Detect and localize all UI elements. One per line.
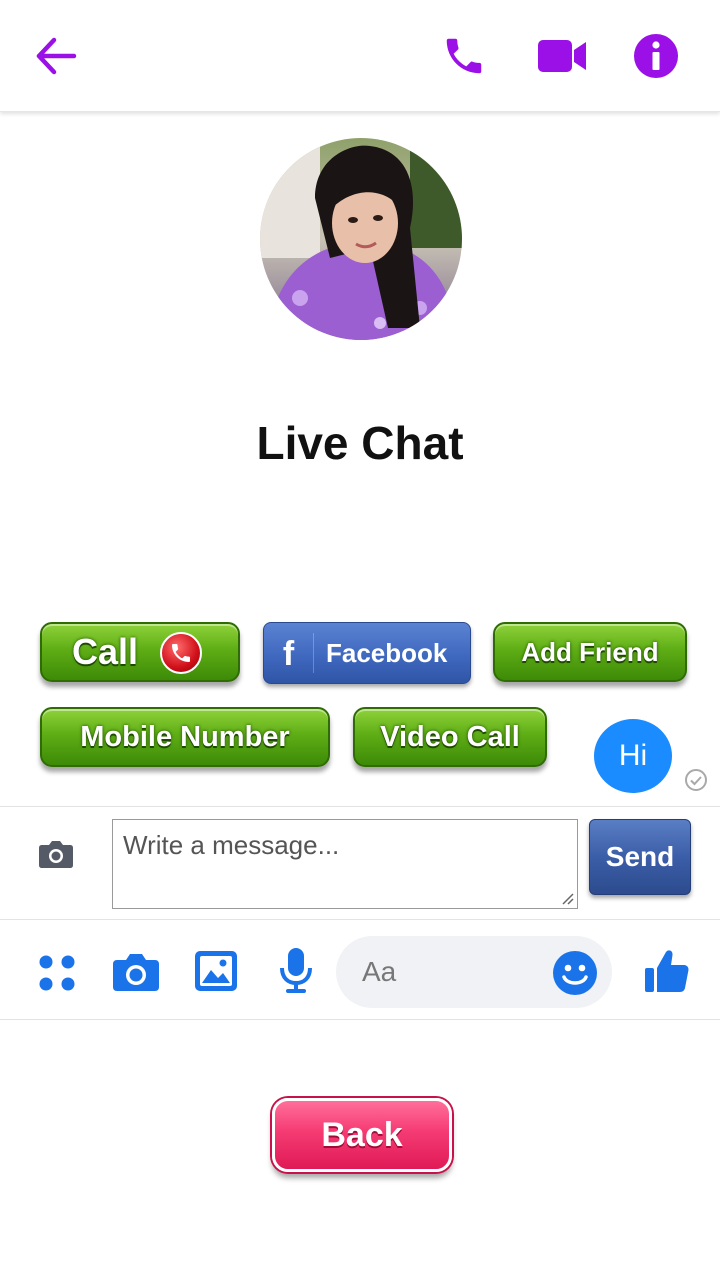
quick-message-placeholder: Aa [362, 956, 397, 987]
mobile-number-label: Mobile Number [80, 720, 290, 753]
back-arrow-icon[interactable] [30, 32, 82, 80]
call-button[interactable]: Call [40, 622, 240, 682]
microphone-icon[interactable] [278, 946, 314, 1001]
facebook-button-label: Facebook [326, 637, 448, 668]
thumbs-up-icon[interactable] [644, 948, 690, 999]
red-phone-icon [160, 632, 202, 674]
profile-avatar [260, 138, 462, 340]
apps-grid-icon[interactable] [38, 954, 76, 997]
top-bar [0, 0, 720, 112]
facebook-icon: f [264, 633, 314, 673]
back-button-label: Back [321, 1115, 403, 1154]
add-friend-button[interactable]: Add Friend [493, 622, 687, 682]
info-icon[interactable] [632, 32, 680, 80]
call-button-label: Call [72, 631, 139, 672]
camera-icon[interactable] [38, 839, 74, 871]
emoji-icon[interactable] [552, 950, 598, 1001]
video-call-label: Video Call [380, 720, 520, 753]
quick-message-field[interactable]: Aa [336, 936, 612, 1008]
gallery-icon[interactable] [194, 950, 238, 997]
back-button[interactable]: Back [272, 1098, 452, 1172]
resize-grip-icon[interactable] [560, 891, 574, 905]
mobile-number-button[interactable]: Mobile Number [40, 707, 330, 767]
live-chat-screen: Live Chat Call f Facebook Add Friend Mob… [0, 0, 720, 1280]
messenger-toolbar: Aa [0, 920, 720, 1020]
video-call-button[interactable]: Video Call [353, 707, 547, 767]
compose-bar: Send [0, 806, 720, 920]
camera-icon[interactable] [112, 952, 160, 997]
add-friend-label: Add Friend [521, 636, 659, 667]
sent-check-icon [684, 768, 708, 792]
message-input[interactable] [112, 819, 578, 909]
page-title: Live Chat [256, 417, 464, 469]
phone-icon[interactable] [438, 30, 490, 82]
chat-message-bubble: Hi [594, 719, 672, 793]
chat-message-text: Hi [618, 739, 648, 772]
facebook-button[interactable]: f Facebook [263, 622, 471, 684]
video-camera-icon[interactable] [534, 32, 590, 80]
send-button-label: Send [605, 841, 675, 872]
send-button[interactable]: Send [589, 819, 691, 895]
